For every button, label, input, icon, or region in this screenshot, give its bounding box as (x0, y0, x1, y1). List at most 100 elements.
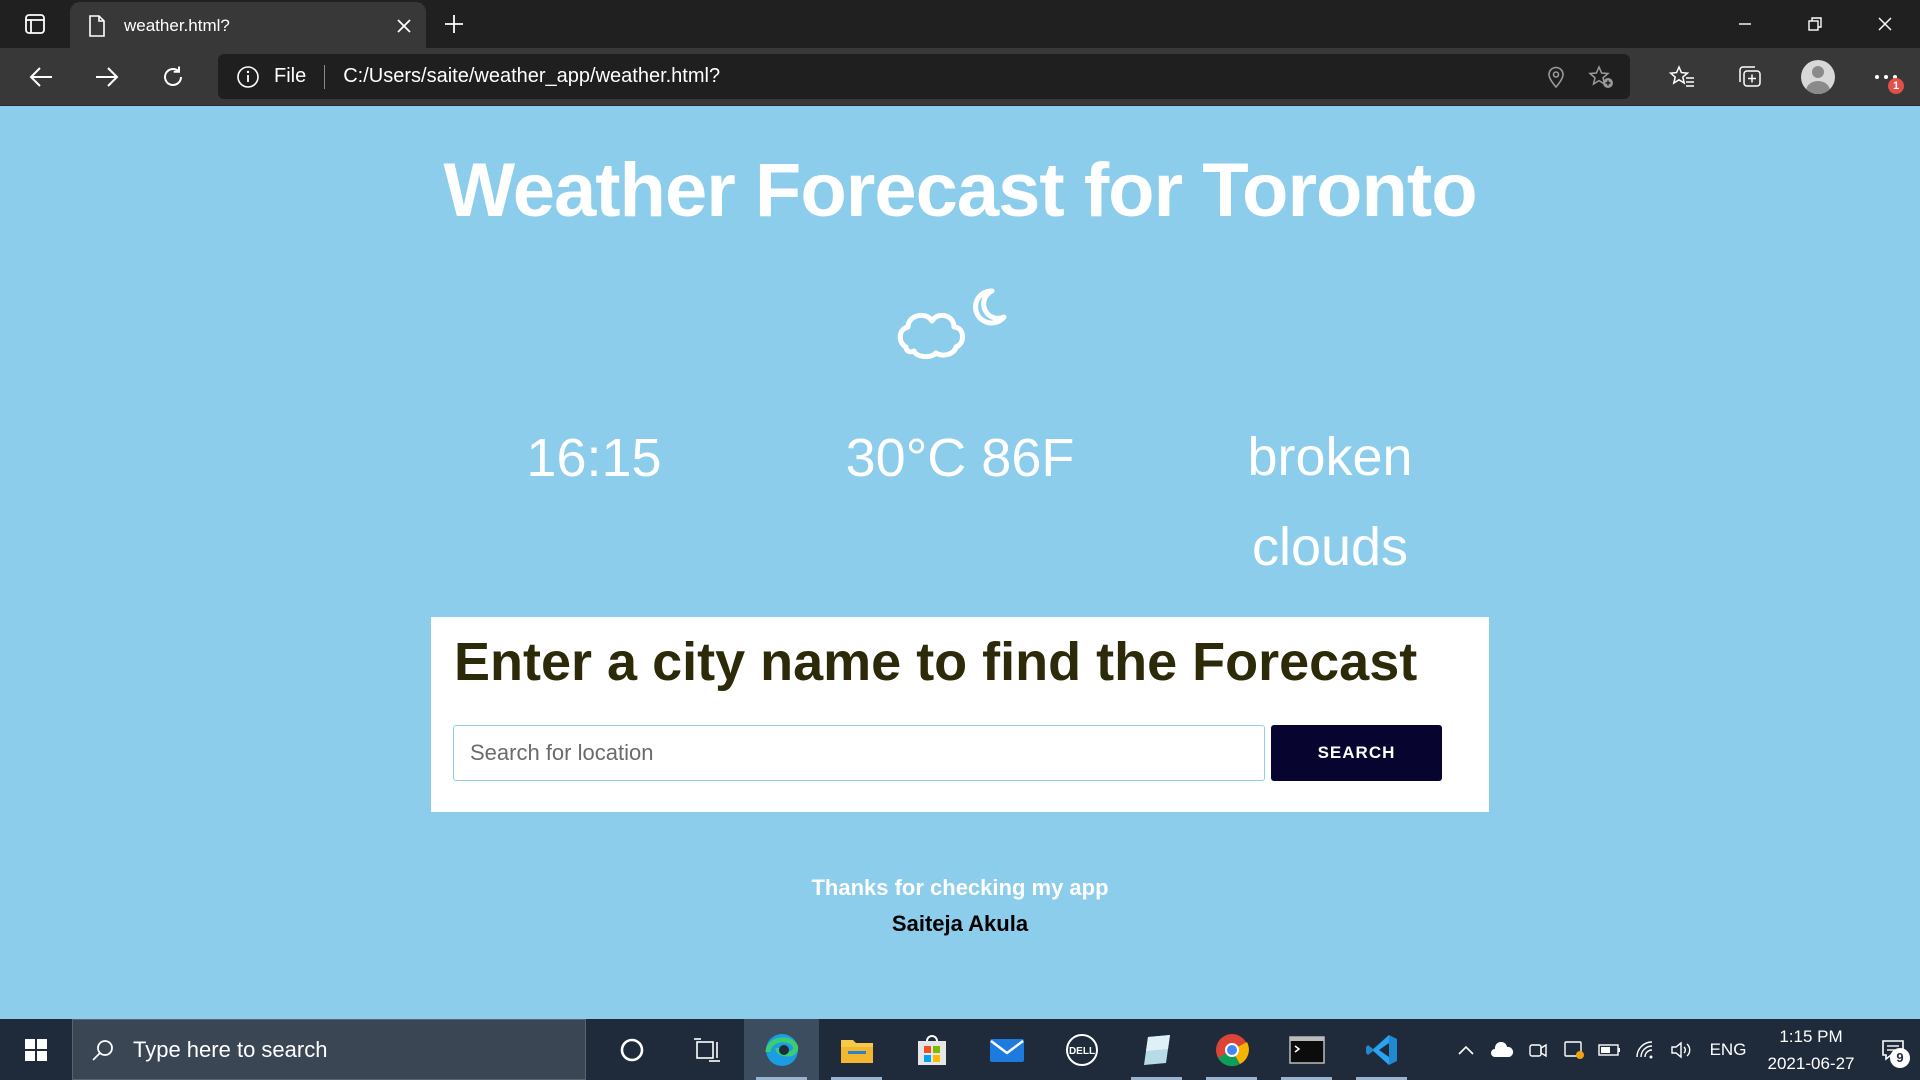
onedrive-button[interactable] (1484, 1019, 1520, 1080)
page-title: Weather Forecast for Toronto (443, 148, 1477, 233)
settings-menu-button[interactable]: 1 (1852, 48, 1920, 106)
store-bag-icon (917, 1034, 946, 1065)
plus-icon (445, 15, 463, 33)
windows-taskbar: Type here to search DELL ENG 1:15 PM 202… (0, 1019, 1920, 1080)
wifi-icon (1636, 1040, 1653, 1058)
clock[interactable]: 1:15 PM 2021-06-27 (1756, 1023, 1866, 1077)
collections-button[interactable] (1716, 48, 1784, 106)
address-bar[interactable]: File C:/Users/saite/weather_app/weather.… (218, 54, 1630, 99)
taskbar-chrome[interactable] (1194, 1019, 1269, 1080)
cloud-icon (1491, 1041, 1514, 1057)
cortana-button[interactable] (594, 1019, 669, 1080)
system-tray: ENG 1:15 PM 2021-06-27 9 (1448, 1019, 1920, 1080)
minimize-icon (1739, 23, 1751, 25)
dell-logo-icon: DELL (1065, 1033, 1098, 1066)
terminal-icon (1288, 1035, 1325, 1064)
page-document-icon (89, 15, 105, 37)
clock-date: 2021-06-27 (1767, 1053, 1855, 1073)
minimize-button[interactable] (1710, 0, 1780, 48)
close-tab-icon[interactable] (396, 18, 412, 34)
mail-envelope-icon (989, 1038, 1024, 1062)
cloud-moon-icon (897, 288, 1007, 360)
restore-icon (1808, 17, 1822, 31)
tab-bar-drag-area[interactable] (482, 0, 1710, 48)
taskbar-edge[interactable] (744, 1019, 819, 1080)
new-tab-button[interactable] (426, 0, 482, 48)
taskbar-search-box[interactable]: Type here to search (72, 1019, 586, 1080)
search-input[interactable] (453, 725, 1265, 781)
meet-now-button[interactable] (1520, 1019, 1556, 1080)
chrome-browser-icon (1215, 1033, 1249, 1066)
search-button[interactable]: SEARCH (1271, 725, 1442, 781)
refresh-button[interactable] (140, 48, 206, 106)
chevron-up-icon (1458, 1045, 1474, 1055)
window-controls (1710, 0, 1920, 48)
tab-title: weather.html? (124, 16, 230, 35)
network-button[interactable] (1628, 1019, 1664, 1080)
close-icon (1878, 17, 1892, 31)
address-separator (324, 64, 326, 89)
weather-description: broken clouds (1247, 427, 1413, 577)
volume-button[interactable] (1664, 1019, 1700, 1080)
cortana-circle-icon (620, 1038, 643, 1061)
sync-alert-icon (1564, 1040, 1584, 1059)
forward-button[interactable] (74, 48, 140, 106)
arrow-right-icon (96, 66, 119, 87)
vscode-icon (1365, 1034, 1397, 1065)
address-url[interactable]: C:/Users/saite/weather_app/weather.html? (343, 65, 1544, 88)
profile-button[interactable] (1784, 48, 1852, 106)
address-scheme-label: File (274, 65, 307, 87)
search-heading: Enter a city name to find the Forecast (454, 632, 1418, 692)
browser-tab-bar: weather.html? (0, 0, 1920, 50)
restore-button[interactable] (1780, 0, 1850, 48)
weather-page: Weather Forecast for Toronto 16:15 30°C … (0, 107, 1920, 1019)
temperature: 30°C 86F (845, 428, 1075, 488)
footer-author: Saiteja Akula (891, 911, 1029, 936)
toolbar-right-actions: 1 (1648, 48, 1920, 106)
browser-tab[interactable]: weather.html? (70, 2, 426, 50)
taskbar-dell[interactable]: DELL (1044, 1019, 1119, 1080)
taskbar-notes-app[interactable] (1119, 1019, 1194, 1080)
battery-icon (1598, 1043, 1620, 1056)
camera-icon (1529, 1043, 1547, 1057)
collections-icon (1739, 66, 1761, 87)
menu-update-badge: 1 (1888, 78, 1904, 94)
input-language[interactable]: ENG (1700, 1040, 1756, 1060)
avatar (1801, 60, 1835, 94)
refresh-icon (164, 66, 182, 86)
tab-actions-icon (25, 14, 45, 34)
tab-actions-button[interactable] (0, 0, 70, 48)
browser-toolbar: File C:/Users/saite/weather_app/weather.… (0, 48, 1920, 106)
address-bar-actions (1544, 64, 1614, 89)
add-favorite-icon[interactable] (1588, 64, 1614, 89)
update-status-button[interactable] (1556, 1019, 1592, 1080)
notes-app-icon (1143, 1034, 1170, 1065)
taskbar-store[interactable] (894, 1019, 969, 1080)
start-button[interactable] (0, 1019, 72, 1080)
folder-icon (840, 1039, 873, 1063)
speaker-icon (1671, 1041, 1691, 1058)
footer-thanks: Thanks for checking my app (811, 875, 1109, 900)
location-pin-icon[interactable] (1544, 65, 1568, 89)
taskbar-terminal[interactable] (1269, 1019, 1344, 1080)
info-icon[interactable] (236, 65, 260, 89)
taskbar-vscode[interactable] (1344, 1019, 1419, 1080)
battery-button[interactable] (1592, 1019, 1628, 1080)
search-card: Enter a city name to find the Forecast S… (431, 617, 1489, 812)
show-hidden-icons-button[interactable] (1448, 1019, 1484, 1080)
search-icon (92, 1039, 113, 1061)
back-button[interactable] (8, 48, 74, 106)
taskbar-search-placeholder: Type here to search (133, 1036, 328, 1062)
taskbar-file-explorer[interactable] (819, 1019, 894, 1080)
taskbar-mail[interactable] (969, 1019, 1044, 1080)
favorites-icon (1669, 65, 1694, 87)
favorites-button[interactable] (1648, 48, 1716, 106)
svg-text:DELL: DELL (1068, 1046, 1094, 1057)
edge-browser-icon (765, 1033, 798, 1066)
notification-count-badge: 9 (1890, 1048, 1910, 1068)
close-window-button[interactable] (1850, 0, 1920, 48)
arrow-left-icon (29, 66, 52, 87)
action-center-button[interactable]: 9 (1866, 1019, 1920, 1080)
task-view-button[interactable] (669, 1019, 744, 1080)
windows-logo-icon (25, 1038, 47, 1061)
